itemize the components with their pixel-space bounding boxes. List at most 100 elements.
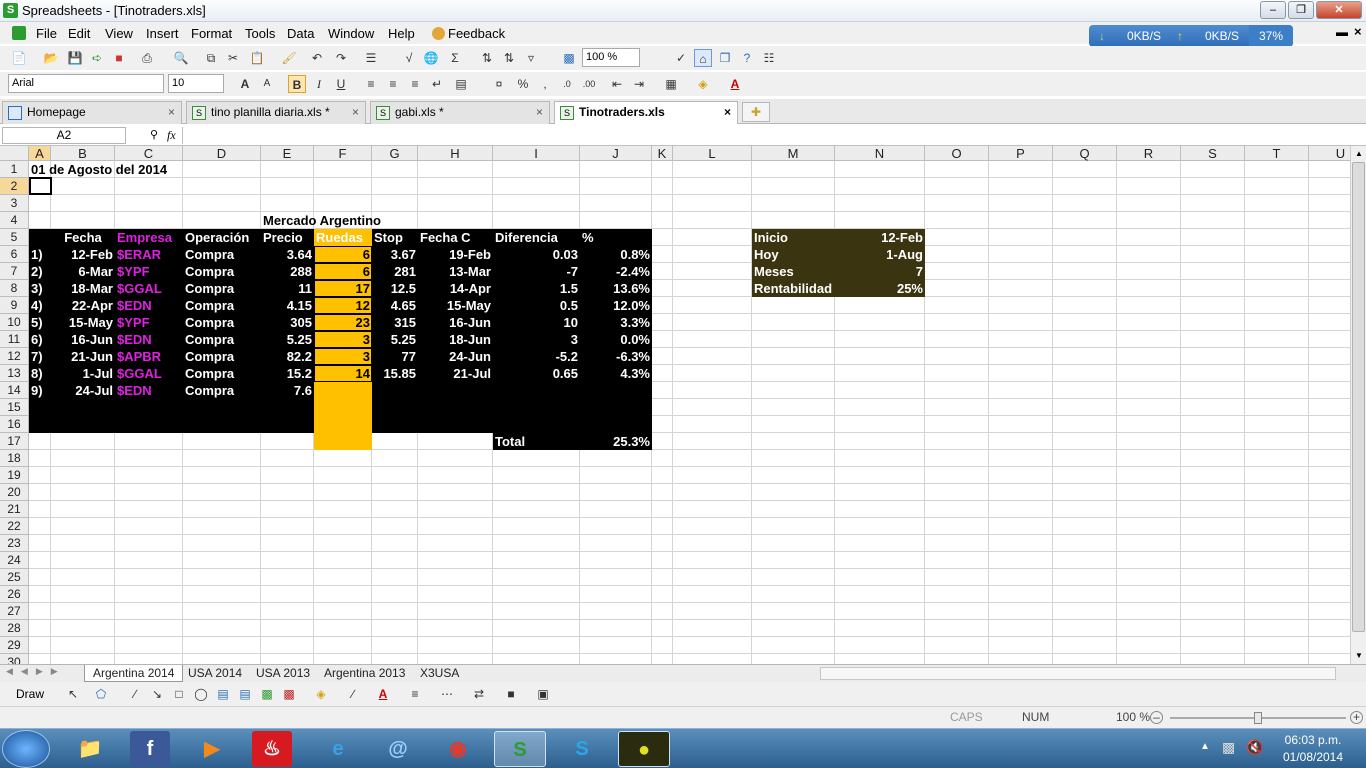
decrease-decimal-icon[interactable]: .00 [580,75,598,93]
doc-close-icon[interactable]: × [1354,24,1362,39]
column-header[interactable]: S [1181,146,1245,161]
trade-percent[interactable]: 4.3% [580,365,652,382]
spreadsheet-grid[interactable]: A B C D E F G H I J K L M N O P Q R S T U 1 2 3 4 5 6 7 8 9 10 11 12 13 14… [0,146,1350,664]
trade-empresa[interactable]: $EDN [115,331,183,348]
copy-icon[interactable]: ⧉ [202,49,220,67]
row-header[interactable]: 17 [0,433,29,450]
currency-icon[interactable]: ¤ [490,75,508,93]
increase-indent-icon[interactable]: ⇥ [630,75,648,93]
trade-number[interactable]: 4) [29,297,51,314]
trade-diferencia[interactable]: -5.2 [493,348,580,365]
header-precio[interactable]: Precio [261,229,314,246]
arrow-style-icon[interactable]: ⇄ [470,685,488,703]
column-header[interactable]: U [1309,146,1350,161]
trade-fecha-c[interactable]: 15-May [418,297,493,314]
decrease-indent-icon[interactable]: ⇤ [608,75,626,93]
trade-fecha-c[interactable]: 21-Jul [418,365,493,382]
chrome-icon[interactable]: ◉ [432,731,484,767]
close-button[interactable]: ✕ [1316,1,1362,19]
row-header[interactable]: 10 [0,314,29,331]
trade-fecha[interactable]: 16-Jun [51,331,115,348]
date-title[interactable]: 01 de Agosto del 2014 [29,161,261,178]
web-icon[interactable]: 🌐 [422,49,440,67]
shrink-font-icon[interactable]: A [258,75,276,93]
trade-fecha[interactable]: 18-Mar [51,280,115,297]
trade-fecha-c[interactable]: 16-Jun [418,314,493,331]
trade-percent[interactable]: 0.0% [580,331,652,348]
trade-precio[interactable]: 305 [261,314,314,331]
sheet-tab-argentina-2014[interactable]: Argentina 2014 [84,665,184,682]
draw-font-color-icon[interactable]: A [374,685,392,703]
cart-icon[interactable]: ☷ [760,49,778,67]
trade-number[interactable]: 2) [29,263,51,280]
trade-fecha[interactable]: 12-Feb [51,246,115,263]
row-header[interactable]: 13 [0,365,29,382]
comma-icon[interactable]: , [536,75,554,93]
row-header[interactable]: 29 [0,637,29,654]
merge-icon[interactable]: ▤ [452,75,470,93]
zoom-in-button[interactable]: + [1350,711,1363,724]
trade-operacion[interactable]: Compra [183,365,261,382]
trade-number[interactable]: 9) [29,382,51,399]
column-header[interactable]: T [1245,146,1309,161]
help-icon[interactable]: ? [738,49,756,67]
trade-diferencia[interactable]: 1.5 [493,280,580,297]
close-tab-icon[interactable]: × [168,102,175,123]
horizontal-scrollbar[interactable] [820,667,1336,680]
tab-homepage[interactable]: Homepage × [2,101,182,124]
new-tab-button[interactable]: ✚ [742,102,770,122]
row-header[interactable]: 14 [0,382,29,399]
row-header[interactable]: 8 [0,280,29,297]
trade-percent[interactable] [580,382,652,399]
skype-icon[interactable]: S [556,731,608,767]
trade-fecha[interactable]: 21-Jun [51,348,115,365]
header-fechac[interactable]: Fecha C [418,229,493,246]
row-header[interactable]: 19 [0,467,29,484]
trade-stop[interactable]: 15.85 [372,365,418,382]
summary-value[interactable]: 12-Feb [835,229,925,246]
sheet-tab-x3usa[interactable]: X3USA [412,665,467,682]
summary-label[interactable]: Rentabilidad [752,280,835,297]
trade-ruedas[interactable] [314,382,372,399]
column-header[interactable]: Q [1053,146,1117,161]
column-header[interactable]: C [115,146,183,161]
trade-fecha[interactable]: 6-Mar [51,263,115,280]
align-left-icon[interactable]: ≡ [362,75,380,93]
scroll-down-icon[interactable]: ▼ [1352,648,1366,663]
select-pointer-icon[interactable]: ↖ [64,685,82,703]
column-header[interactable]: D [183,146,261,161]
trade-fecha-c[interactable]: 14-Apr [418,280,493,297]
trade-stop[interactable]: 3.67 [372,246,418,263]
redo-icon[interactable]: ↷ [332,49,350,67]
trade-diferencia[interactable] [493,382,580,399]
restore-button[interactable]: ❐ [1288,1,1314,19]
autoshapes-icon[interactable]: ⬠ [92,685,110,703]
row-header[interactable]: 15 [0,399,29,416]
row-header[interactable]: 25 [0,569,29,586]
trade-precio[interactable]: 4.15 [261,297,314,314]
trade-empresa[interactable]: $ERAR [115,246,183,263]
export-icon[interactable]: ➪ [88,49,106,67]
trade-stop[interactable] [372,382,418,399]
zoom-function-icon[interactable]: ⚲ [150,128,158,141]
row-header[interactable]: 18 [0,450,29,467]
trade-number[interactable]: 7) [29,348,51,365]
trade-stop[interactable]: 281 [372,263,418,280]
header-empresa[interactable]: Empresa [115,229,183,246]
trade-empresa[interactable]: $YPF [115,314,183,331]
trade-number[interactable]: 1) [29,246,51,263]
summary-value[interactable]: 1-Aug [835,246,925,263]
trade-ruedas[interactable]: 17 [314,280,372,297]
close-tab-icon[interactable]: × [724,102,731,123]
arrow-icon[interactable]: ↘ [148,685,166,703]
undo-icon[interactable]: ↶ [308,49,326,67]
row-header[interactable]: 9 [0,297,29,314]
row-header[interactable]: 4 [0,212,29,229]
trade-fecha-c[interactable]: 19-Feb [418,246,493,263]
bold-button[interactable]: B [288,75,306,93]
trade-empresa[interactable]: $YPF [115,263,183,280]
row-header[interactable]: 27 [0,603,29,620]
trade-number[interactable]: 8) [29,365,51,382]
zoom-slider-thumb[interactable] [1254,712,1262,724]
shadow-icon[interactable]: ■ [502,685,520,703]
